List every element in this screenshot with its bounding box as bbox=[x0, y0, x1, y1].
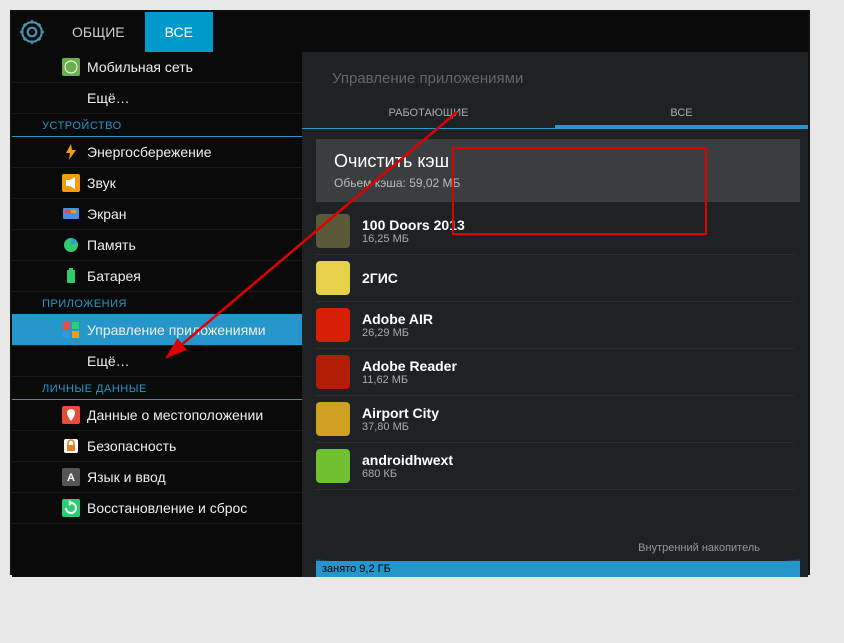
app-row[interactable]: Adobe Reader 11,62 МБ bbox=[316, 349, 794, 396]
settings-sidebar: Мобильная сеть Ещё… УСТРОЙСТВО Энергосбе… bbox=[12, 52, 302, 577]
app-icon bbox=[316, 261, 350, 295]
settings-icon bbox=[12, 12, 52, 52]
battery-icon bbox=[62, 267, 80, 285]
app-row[interactable]: 2ГИС bbox=[316, 255, 794, 302]
app-name: androidhwext bbox=[362, 452, 453, 468]
svg-text:A: A bbox=[67, 472, 75, 484]
bolt-icon bbox=[62, 143, 80, 161]
location-icon bbox=[62, 406, 80, 424]
app-size: 680 КБ bbox=[362, 468, 453, 480]
lock-icon bbox=[62, 437, 80, 455]
sidebar-item-power-saving[interactable]: Энергосбережение bbox=[12, 137, 302, 168]
sidebar-item-security[interactable]: Безопасность bbox=[12, 431, 302, 462]
sidebar-item-label: Язык и ввод bbox=[87, 469, 166, 485]
reset-icon bbox=[62, 499, 80, 517]
sidebar-item-language[interactable]: A Язык и ввод bbox=[12, 462, 302, 493]
sidebar-item-mobile-network[interactable]: Мобильная сеть bbox=[12, 52, 302, 83]
sidebar-item-label: Мобильная сеть bbox=[87, 59, 193, 75]
app-row[interactable]: Airport City 37,80 МБ bbox=[316, 396, 794, 443]
app-name: Adobe AIR bbox=[362, 311, 433, 327]
section-device: УСТРОЙСТВО bbox=[12, 114, 302, 137]
sidebar-item-label: Память bbox=[87, 237, 136, 253]
lang-icon: A bbox=[62, 468, 80, 486]
clear-cache-title: Очистить кэш bbox=[334, 151, 782, 172]
app-icon bbox=[316, 355, 350, 389]
sidebar-item-label: Ещё… bbox=[87, 353, 130, 369]
sidebar-item-label: Управление приложениями bbox=[87, 322, 266, 338]
sidebar-item-manage-apps[interactable]: Управление приложениями bbox=[12, 315, 302, 346]
pie-icon bbox=[62, 236, 80, 254]
app-row[interactable]: 100 Doors 2013 16,25 МБ bbox=[316, 208, 794, 255]
sidebar-item-label: Звук bbox=[87, 175, 116, 191]
clear-cache-button[interactable]: Очистить кэш Обьем кэша: 59,02 МБ bbox=[316, 139, 800, 202]
sidebar-item-label: Безопасность bbox=[87, 438, 176, 454]
sidebar-item-memory[interactable]: Память bbox=[12, 230, 302, 261]
app-name: Airport City bbox=[362, 405, 439, 421]
app-row[interactable]: androidhwext 680 КБ bbox=[316, 443, 794, 490]
clear-cache-subtitle: Обьем кэша: 59,02 МБ bbox=[334, 176, 782, 190]
sidebar-item-label: Экран bbox=[87, 206, 127, 222]
sidebar-item-label: Данные о местоположении bbox=[87, 407, 263, 423]
sidebar-item-location[interactable]: Данные о местоположении bbox=[12, 400, 302, 431]
speaker-icon bbox=[62, 174, 80, 192]
storage-label: Внутренний накопитель bbox=[316, 542, 800, 554]
sidebar-item-display[interactable]: Экран bbox=[12, 199, 302, 230]
app-management-pane: Управление приложениями РАБОТАЮЩИЕ ВСЕ О… bbox=[302, 52, 808, 577]
app-size: 37,80 МБ bbox=[362, 421, 439, 433]
app-name: 2ГИС bbox=[362, 270, 398, 286]
app-icon bbox=[316, 449, 350, 483]
globe-icon bbox=[62, 58, 80, 76]
page-title: Управление приложениями bbox=[302, 52, 808, 101]
section-apps: ПРИЛОЖЕНИЯ bbox=[12, 292, 302, 315]
app-icon bbox=[316, 402, 350, 436]
app-icon bbox=[316, 308, 350, 342]
apps-icon bbox=[62, 321, 80, 339]
section-personal: ЛИЧНЫЕ ДАННЫЕ bbox=[12, 377, 302, 400]
subtab-all[interactable]: ВСЕ bbox=[555, 101, 808, 128]
app-name: 100 Doors 2013 bbox=[362, 217, 465, 233]
tab-all[interactable]: ВСЕ bbox=[145, 12, 213, 52]
display-icon bbox=[62, 205, 80, 223]
sidebar-item-sound[interactable]: Звук bbox=[12, 168, 302, 199]
app-name: Adobe Reader bbox=[362, 358, 457, 374]
subtab-running[interactable]: РАБОТАЮЩИЕ bbox=[302, 101, 555, 128]
app-size: 26,29 МБ bbox=[362, 327, 433, 339]
sidebar-item-more-1[interactable]: Ещё… bbox=[12, 83, 302, 114]
app-row[interactable]: Adobe AIR 26,29 МБ bbox=[316, 302, 794, 349]
sidebar-item-label: Восстановление и сброс bbox=[87, 500, 247, 516]
app-size: 11,62 МБ bbox=[362, 374, 457, 386]
sidebar-item-backup-reset[interactable]: Восстановление и сброс bbox=[12, 493, 302, 524]
app-size: 16,25 МБ bbox=[362, 233, 465, 245]
sidebar-item-more-2[interactable]: Ещё… bbox=[12, 346, 302, 377]
storage-used: занято 9,2 ГБ bbox=[316, 561, 800, 577]
sidebar-item-battery[interactable]: Батарея bbox=[12, 261, 302, 292]
app-icon bbox=[316, 214, 350, 248]
tab-general[interactable]: ОБЩИЕ bbox=[52, 12, 145, 52]
sidebar-item-label: Ещё… bbox=[87, 90, 130, 106]
sidebar-item-label: Энергосбережение bbox=[87, 144, 212, 160]
sidebar-item-label: Батарея bbox=[87, 268, 141, 284]
